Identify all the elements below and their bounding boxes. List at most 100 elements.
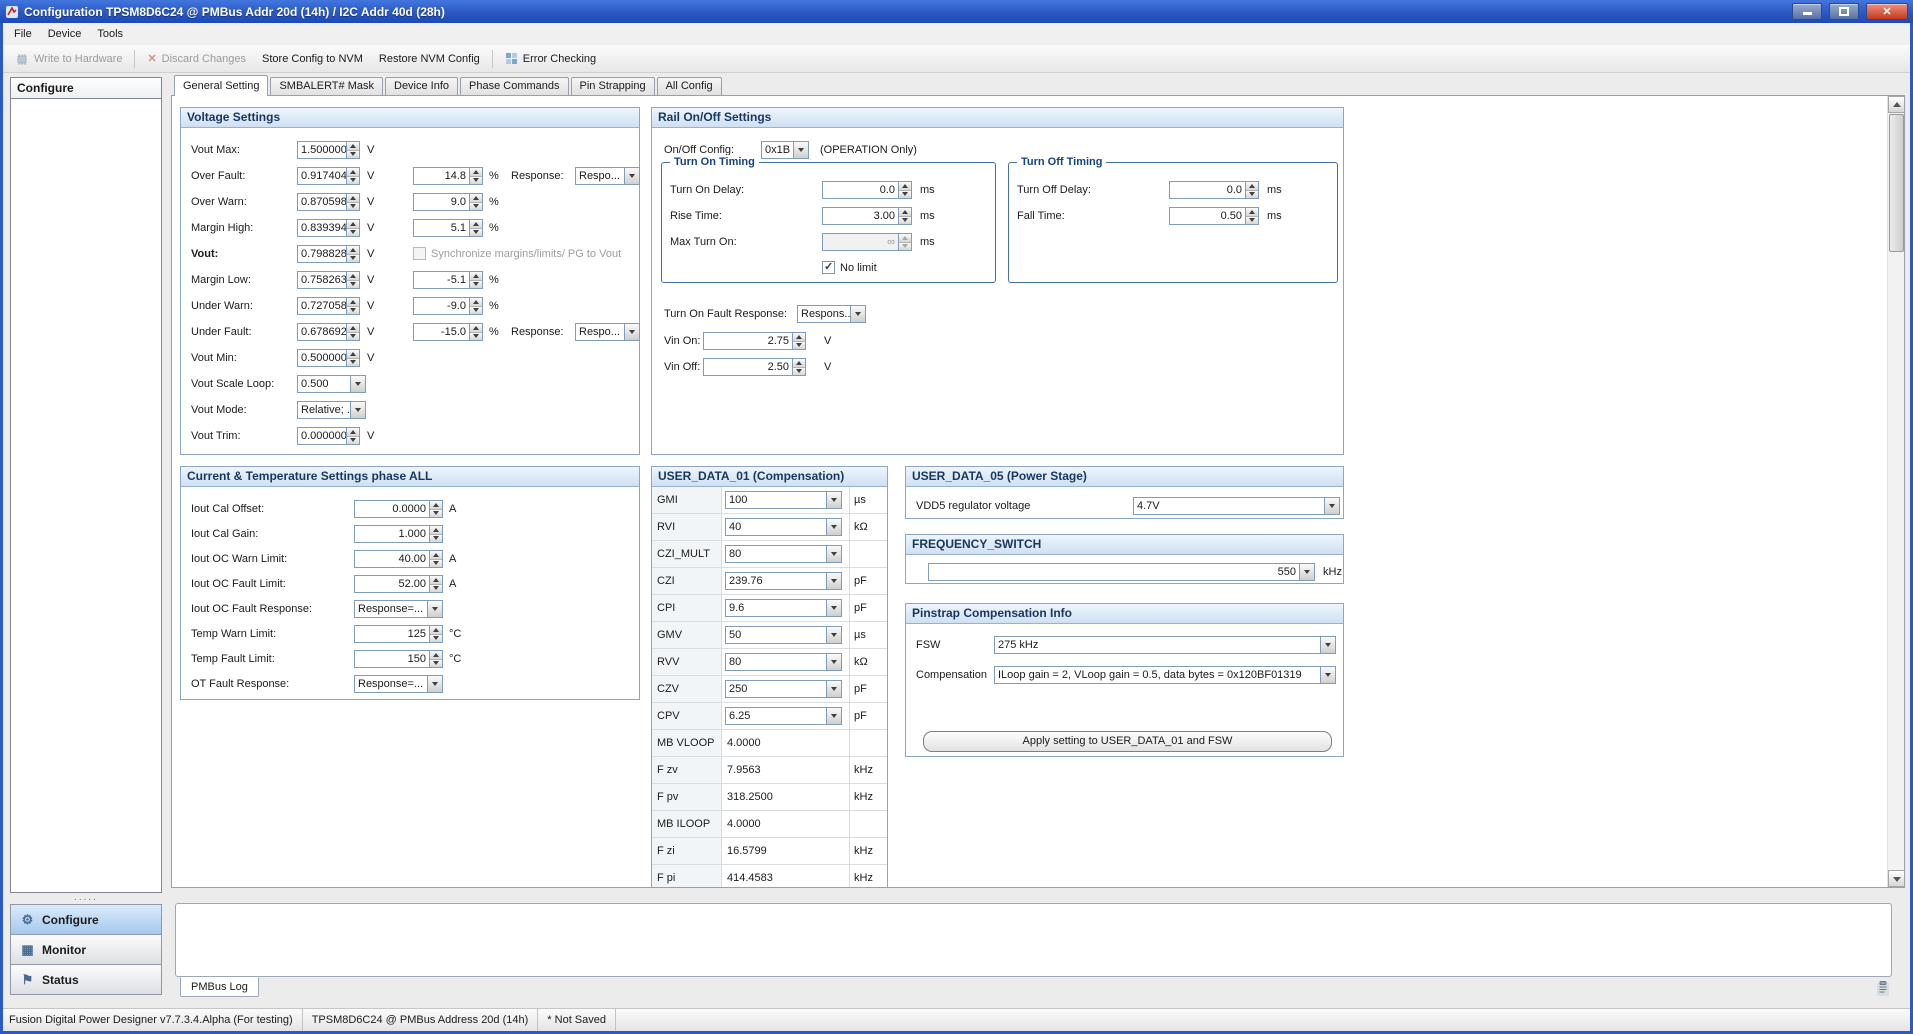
spinner-up-button[interactable] [1246,182,1258,190]
spinner-down-button[interactable] [470,306,482,315]
dropdown-button[interactable] [826,654,841,670]
spinner-down-button[interactable] [430,509,442,518]
spinner-down-button[interactable] [347,254,359,263]
combo-box[interactable]: Respo... [575,167,640,185]
spinner-buttons[interactable] [346,168,359,184]
value-spinner[interactable]: 0.50 [1169,207,1259,225]
spinner-buttons[interactable] [792,333,805,349]
spinner-buttons[interactable] [346,428,359,444]
dropdown-button[interactable] [826,573,841,589]
spinner-buttons[interactable] [469,298,482,314]
spinner-up-button[interactable] [430,501,442,509]
dropdown-button[interactable] [427,676,442,692]
value-spinner[interactable]: 125 [354,625,443,643]
dropdown-button[interactable] [826,708,841,724]
value-spinner[interactable]: 0.917404 [297,167,360,185]
spinner-up-button[interactable] [430,551,442,559]
combo-box[interactable]: 100 [725,491,842,509]
spinner-up-button[interactable] [347,142,359,150]
spinner-down-button[interactable] [899,216,911,225]
value-spinner[interactable]: 0.678692 [297,323,360,341]
dropdown-button[interactable] [624,168,639,184]
value-spinner[interactable]: 1.500000 [297,141,360,159]
spinner-down-button[interactable] [470,176,482,185]
spinner-buttons[interactable] [429,651,442,667]
spinner-buttons[interactable] [346,272,359,288]
value-spinner[interactable]: 0.758263 [297,271,360,289]
dropdown-button[interactable] [826,492,841,508]
spinner-buttons[interactable] [898,182,911,198]
spinner-up-button[interactable] [899,208,911,216]
vertical-scrollbar[interactable] [1887,96,1904,887]
spinner-buttons[interactable] [469,324,482,340]
combo-box[interactable]: 9.6 [725,599,842,617]
spinner-buttons[interactable] [346,350,359,366]
spinner-up-button[interactable] [470,168,482,176]
spinner-up-button[interactable] [347,324,359,332]
spinner-up-button[interactable] [347,168,359,176]
spinner-down-button[interactable] [430,659,442,668]
spinner-down-button[interactable] [347,306,359,315]
spinner-down-button[interactable] [347,202,359,211]
value-spinner[interactable]: 0.000000 [297,427,360,445]
spinner-up-button[interactable] [347,246,359,254]
dropdown-button[interactable] [624,324,639,340]
compensation-combo[interactable]: ILoop gain = 2, VLoop gain = 0.5, data b… [994,666,1336,684]
tab-phase-commands[interactable]: Phase Commands [460,77,569,95]
spinner-up-button[interactable] [470,324,482,332]
spinner-up-button[interactable] [347,220,359,228]
combo-box[interactable]: 250 [725,680,842,698]
spinner-up-button[interactable] [1246,208,1258,216]
value-spinner[interactable]: 1.000 [354,525,443,543]
spinner-up-button[interactable] [470,298,482,306]
spinner-up-button[interactable] [430,576,442,584]
spinner-down-button[interactable] [899,190,911,199]
spinner-down-button[interactable] [793,367,805,376]
combo-box[interactable]: 40 [725,518,842,536]
value-spinner[interactable]: 0.870598 [297,193,360,211]
value-spinner[interactable]: 0.0 [1169,181,1259,199]
combo-box[interactable]: 80 [725,545,842,563]
spinner-buttons[interactable] [792,359,805,375]
spinner-up-button[interactable] [430,626,442,634]
tab-device-info[interactable]: Device Info [385,77,458,95]
close-button[interactable] [1866,3,1908,20]
spinner-down-button[interactable] [347,358,359,367]
value-spinner[interactable]: -9.0 [413,297,483,315]
dropdown-button[interactable] [1320,637,1335,653]
spinner-buttons[interactable] [429,576,442,592]
spinner-down-button[interactable] [470,280,482,289]
scroll-up-button[interactable] [1888,96,1905,113]
spinner-up-button[interactable] [793,333,805,341]
spinner-buttons[interactable] [346,298,359,314]
value-spinner[interactable]: 9.0 [413,193,483,211]
dropdown-button[interactable] [850,306,865,322]
value-spinner[interactable]: -15.0 [413,323,483,341]
menu-file[interactable]: File [6,25,40,43]
spinner-buttons[interactable] [469,220,482,236]
spinner-up-button[interactable] [347,194,359,202]
spinner-down-button[interactable] [430,559,442,568]
dropdown-button[interactable] [1324,498,1339,514]
menu-device[interactable]: Device [40,25,90,43]
dropdown-button[interactable] [350,376,365,392]
tab-pmbus-log[interactable]: PMBus Log [180,977,259,997]
dropdown-button[interactable] [1320,667,1335,683]
spinner-down-button[interactable] [347,176,359,185]
value-spinner[interactable]: 0.727058 [297,297,360,315]
value-spinner[interactable]: 0.798828 [297,245,360,263]
spinner-up-button[interactable] [430,651,442,659]
spinner-down-button[interactable] [347,332,359,341]
dropdown-button[interactable] [826,519,841,535]
dropdown-button[interactable] [826,600,841,616]
spinner-up-button[interactable] [793,359,805,367]
onoff-config-combo[interactable]: 0x1B [761,141,809,159]
dropdown-button[interactable] [826,546,841,562]
combo-box[interactable]: Relative; ... [297,401,366,419]
spinner-down-button[interactable] [1246,190,1258,199]
spinner-buttons[interactable] [469,272,482,288]
value-spinner[interactable]: -5.1 [413,271,483,289]
value-spinner[interactable]: 0.0000 [354,500,443,518]
spinner-down-button[interactable] [430,534,442,543]
value-spinner[interactable]: 14.8 [413,167,483,185]
